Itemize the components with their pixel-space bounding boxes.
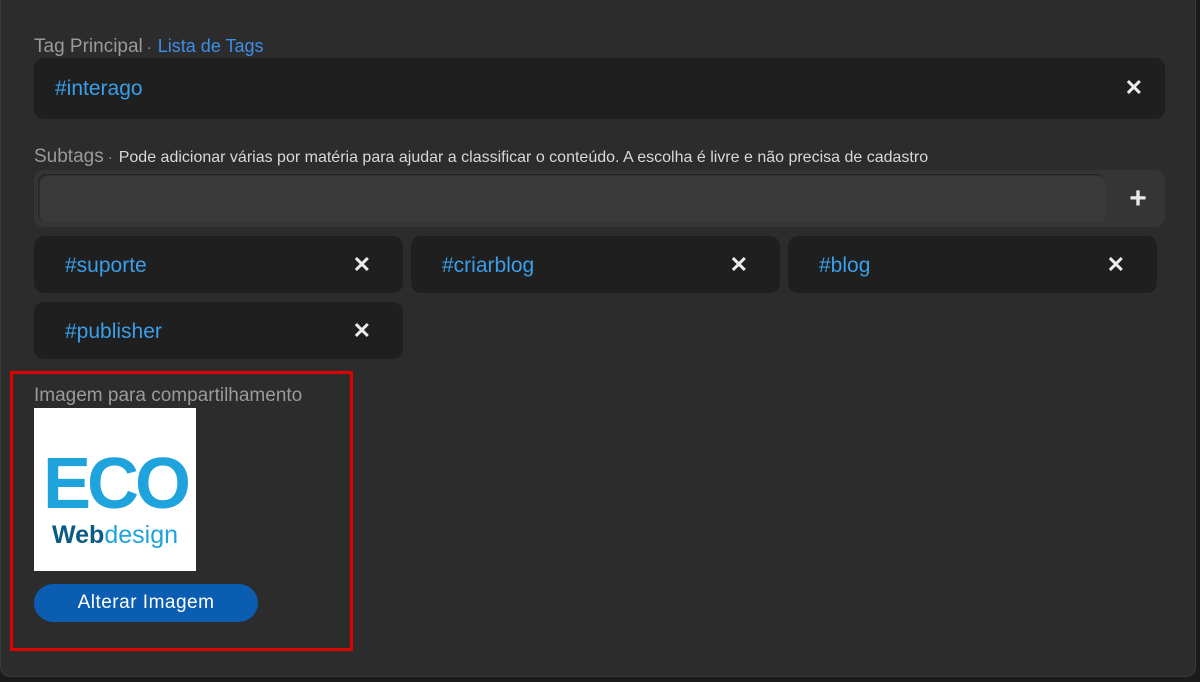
subtags-label-row: Subtags · Pode adicionar várias por matéri… [34, 146, 928, 168]
subtag-chip-label: #blog [819, 254, 871, 277]
label-separator: · [107, 149, 113, 166]
plus-icon: + [1129, 181, 1147, 215]
subtags-hint: Pode adicionar várias por matéria para a… [118, 149, 929, 166]
share-image-thumbnail: ECO Webdesign [34, 408, 196, 571]
subtag-input-group: + [34, 170, 1165, 227]
close-icon[interactable]: ✕ [730, 254, 748, 276]
add-subtag-button[interactable]: + [1111, 170, 1165, 227]
subtag-chip-label: #publisher [65, 320, 162, 343]
main-tag-field[interactable]: #interago ✕ [34, 58, 1165, 119]
subtag-input[interactable] [38, 174, 1106, 223]
label-separator: · [146, 39, 152, 56]
close-icon[interactable]: ✕ [1107, 254, 1125, 276]
eco-webdesign-logo: ECO Webdesign [43, 444, 192, 549]
subtag-chip: #publisher ✕ [34, 302, 403, 359]
tag-list-link[interactable]: Lista de Tags [158, 36, 264, 56]
main-tag-label: Tag Principal [34, 36, 143, 57]
close-icon[interactable]: ✕ [1125, 77, 1143, 99]
logo-webdesign-text: Webdesign [52, 521, 178, 549]
close-icon[interactable]: ✕ [353, 254, 371, 276]
logo-eco-text: ECO [43, 444, 188, 524]
subtag-chip: #blog ✕ [788, 236, 1157, 293]
subtags-label: Subtags [34, 146, 104, 167]
main-tag-value: #interago [55, 77, 143, 100]
subtag-chip-label: #criarblog [442, 254, 535, 277]
subtag-chip-label: #suporte [65, 254, 147, 277]
tags-panel: Tag Principal · Lista de Tags #interago ✕ … [0, 0, 1196, 677]
subtag-chip: #suporte ✕ [34, 236, 403, 293]
share-image-label: Imagem para compartilhamento [34, 385, 303, 406]
close-icon[interactable]: ✕ [353, 320, 371, 342]
subtag-chip: #criarblog ✕ [411, 236, 780, 293]
change-image-button[interactable]: Alterar Imagem [34, 584, 258, 622]
main-tag-label-row: Tag Principal · Lista de Tags [34, 36, 264, 58]
